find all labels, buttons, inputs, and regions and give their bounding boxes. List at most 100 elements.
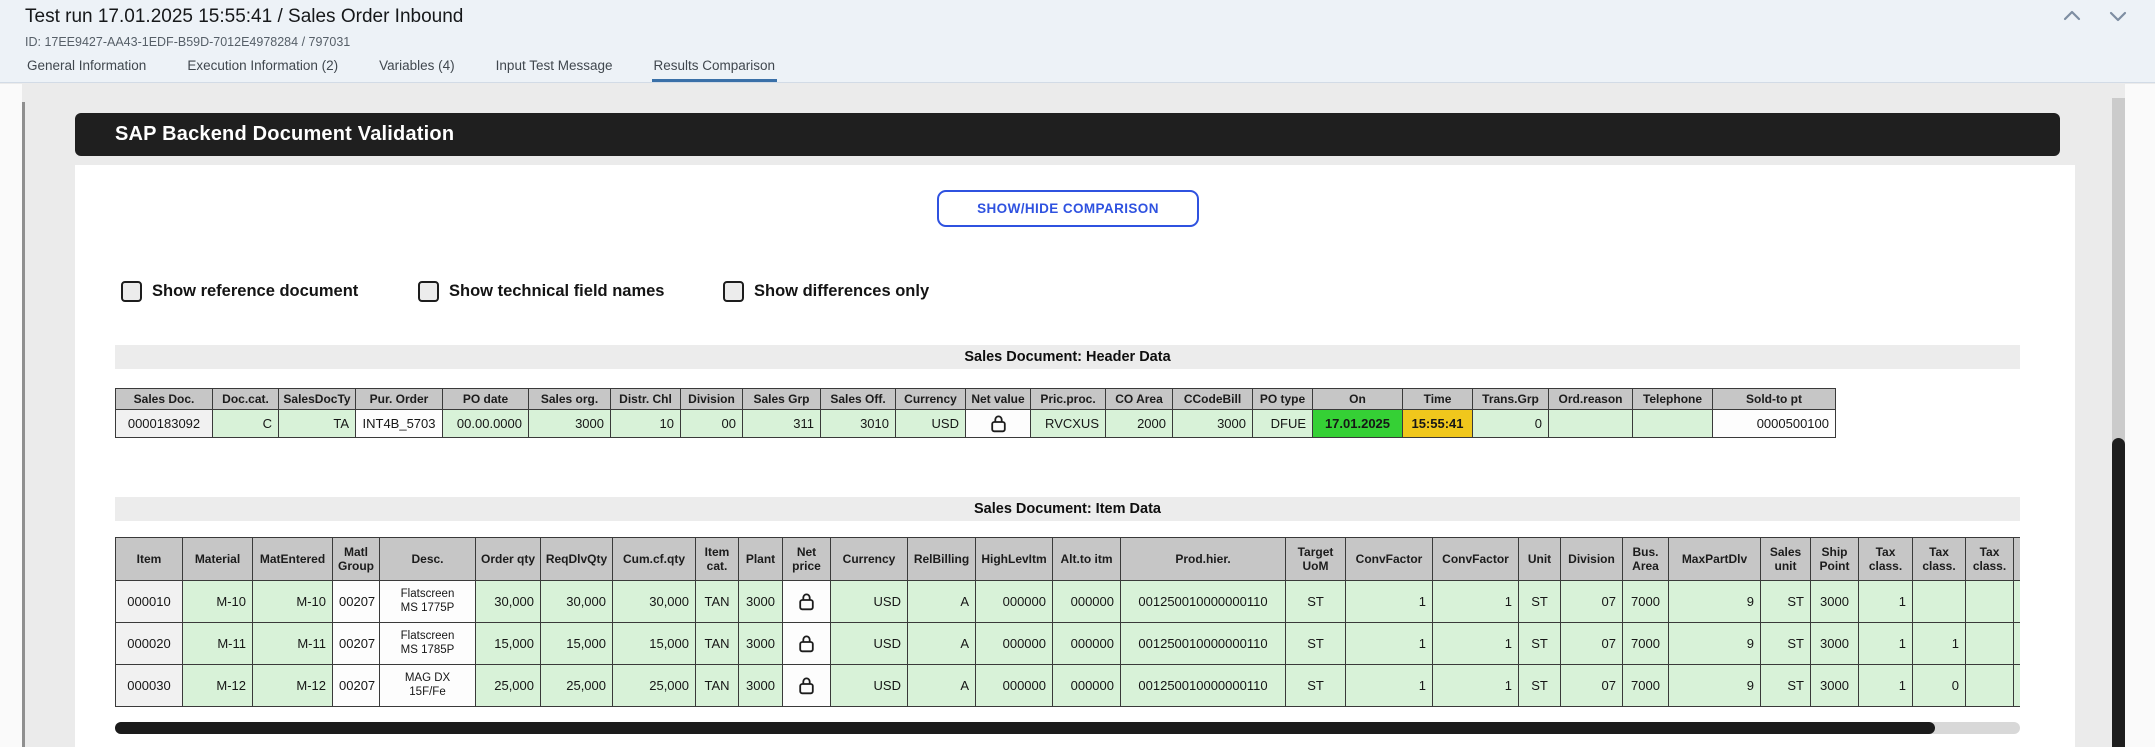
table-cell: 00207 bbox=[333, 581, 380, 623]
chevron-up-icon[interactable] bbox=[2061, 5, 2083, 27]
table-cell: 000000 bbox=[1053, 581, 1121, 623]
column-header-matl-group: Matl Group bbox=[333, 538, 380, 581]
table-cell: TAN bbox=[696, 623, 739, 665]
column-header-po-date: PO date bbox=[443, 389, 529, 410]
table-cell: ST bbox=[1286, 623, 1346, 665]
table-cell: 1 bbox=[1859, 581, 1913, 623]
table-cell: 000000 bbox=[1053, 623, 1121, 665]
locked-value-cell bbox=[966, 410, 1031, 438]
table-cell: M-10 bbox=[253, 581, 333, 623]
filter-label: Show technical field names bbox=[449, 282, 664, 301]
column-header-reqdlvqty: ReqDlvQty bbox=[541, 538, 613, 581]
right-gutter bbox=[2125, 84, 2155, 747]
column-header-ccodebill: CCodeBill bbox=[1173, 389, 1253, 410]
header-data-table-wrap: Sales Doc.Doc.cat.SalesDocTyPur. OrderPO… bbox=[115, 388, 1836, 438]
table-cell: ST bbox=[1761, 581, 1811, 623]
column-header-doc-cat: Doc.cat. bbox=[213, 389, 279, 410]
table-cell bbox=[1966, 581, 2014, 623]
table-cell: M-11 bbox=[253, 623, 333, 665]
column-header-telephone: Telephone bbox=[1633, 389, 1713, 410]
table-cell bbox=[1549, 410, 1633, 438]
table-cell: 1 bbox=[1433, 623, 1519, 665]
vertical-scrollbar[interactable] bbox=[2112, 98, 2125, 747]
table-cell: 1 bbox=[1859, 623, 1913, 665]
column-header-convfactor: ConvFactor bbox=[1346, 538, 1433, 581]
show-technical-field-names-checkbox[interactable] bbox=[418, 281, 439, 302]
filter-label: Show differences only bbox=[754, 282, 929, 301]
table-cell: ST bbox=[1286, 665, 1346, 707]
table-cell: 25,000 bbox=[613, 665, 696, 707]
section-title: SAP Backend Document Validation bbox=[115, 123, 454, 145]
sales-header-table: Sales Doc.Doc.cat.SalesDocTyPur. OrderPO… bbox=[115, 388, 1836, 438]
table-cell: M-12 bbox=[183, 665, 253, 707]
column-header-order-qty: Order qty bbox=[476, 538, 541, 581]
table-cell: 3000 bbox=[739, 581, 783, 623]
table-cell: 00207 bbox=[333, 623, 380, 665]
table-cell: 1 bbox=[1913, 623, 1966, 665]
column-header-net-value: Net value bbox=[966, 389, 1031, 410]
table-cell: 1 bbox=[1346, 623, 1433, 665]
table-cell: 3000 bbox=[1173, 410, 1253, 438]
column-header-item: Item bbox=[116, 538, 183, 581]
table-cell: 00 bbox=[681, 410, 743, 438]
column-header-highlevitm: HighLevItm bbox=[976, 538, 1053, 581]
chevron-down-icon[interactable] bbox=[2107, 5, 2129, 27]
table-cell: ST bbox=[1519, 623, 1561, 665]
table-cell: 0000183092 bbox=[116, 410, 213, 438]
table-cell: 3000 bbox=[529, 410, 611, 438]
table-cell: 000000 bbox=[1053, 665, 1121, 707]
column-header-sold-to-pt: Sold-to pt bbox=[1713, 389, 1836, 410]
table-cell bbox=[2014, 623, 2021, 665]
table-cell: 000010 bbox=[116, 581, 183, 623]
column-header-ord-reason: Ord.reason bbox=[1549, 389, 1633, 410]
table-cell: 3010 bbox=[821, 410, 896, 438]
table-cell bbox=[1633, 410, 1713, 438]
table-cell: ST bbox=[1519, 581, 1561, 623]
tab-results-comparison[interactable]: Results Comparison bbox=[652, 54, 778, 82]
table-cell: USD bbox=[831, 581, 908, 623]
table-cell: 1 bbox=[1433, 581, 1519, 623]
table-cell: 9 bbox=[1669, 623, 1761, 665]
show-hide-comparison-button[interactable]: SHOW/HIDE COMPARISON bbox=[937, 190, 1199, 227]
table-cell: ST bbox=[1519, 665, 1561, 707]
column-header-matentered: MatEntered bbox=[253, 538, 333, 581]
tab-execution-information-2[interactable]: Execution Information (2) bbox=[185, 54, 340, 82]
table-cell: 15,000 bbox=[613, 623, 696, 665]
table-cell: 07 bbox=[1561, 665, 1623, 707]
table-cell: 25,000 bbox=[476, 665, 541, 707]
table-cell: 000000 bbox=[976, 665, 1053, 707]
item-data-table-wrap: ItemMaterialMatEnteredMatl GroupDesc.Ord… bbox=[115, 537, 2020, 707]
column-header-convfactor: ConvFactor bbox=[1433, 538, 1519, 581]
column-header-sales-org: Sales org. bbox=[529, 389, 611, 410]
tab-strip: General Information Execution Information… bbox=[25, 52, 777, 82]
column-header-unit: Unit bbox=[1519, 538, 1561, 581]
table-cell: 07 bbox=[1561, 623, 1623, 665]
vertical-scrollbar-thumb[interactable] bbox=[2112, 438, 2125, 747]
show-reference-document-checkbox[interactable] bbox=[121, 281, 142, 302]
show-differences-only-checkbox[interactable] bbox=[723, 281, 744, 302]
horizontal-scrollbar-thumb[interactable] bbox=[115, 722, 1935, 734]
column-header-distr-chl: Distr. Chl bbox=[611, 389, 681, 410]
locked-value-cell bbox=[783, 581, 831, 623]
column-header-currency: Currency bbox=[896, 389, 966, 410]
item-data-caption: Sales Document: Item Data bbox=[115, 497, 2020, 521]
table-cell: 30,000 bbox=[541, 581, 613, 623]
table-cell: 07 bbox=[1561, 581, 1623, 623]
table-cell: TAN bbox=[696, 665, 739, 707]
content-area: SAP Backend Document Validation SHOW/HID… bbox=[0, 84, 2155, 747]
column-header-ship-point: Ship Point bbox=[1811, 538, 1859, 581]
table-cell: 25,000 bbox=[541, 665, 613, 707]
filter-label: Show reference document bbox=[152, 282, 358, 301]
table-cell: M-10 bbox=[183, 581, 253, 623]
column-header-co-area: CO Area bbox=[1106, 389, 1173, 410]
tab-input-test-message[interactable]: Input Test Message bbox=[494, 54, 615, 82]
horizontal-scrollbar[interactable] bbox=[115, 722, 2020, 734]
tab-general-information[interactable]: General Information bbox=[25, 54, 148, 82]
table-cell: 30,000 bbox=[476, 581, 541, 623]
tab-variables-4[interactable]: Variables (4) bbox=[377, 54, 457, 82]
table-cell: Flatscreen MS 1785P bbox=[380, 623, 476, 665]
column-header-bus-area: Bus. Area bbox=[1623, 538, 1669, 581]
page-subtitle: ID: 17EE9427-AA43-1EDF-B59D-7012E4978284… bbox=[25, 35, 350, 49]
filter-show-technical-field-names: Show technical field names bbox=[418, 281, 664, 302]
table-cell: 000000 bbox=[976, 581, 1053, 623]
